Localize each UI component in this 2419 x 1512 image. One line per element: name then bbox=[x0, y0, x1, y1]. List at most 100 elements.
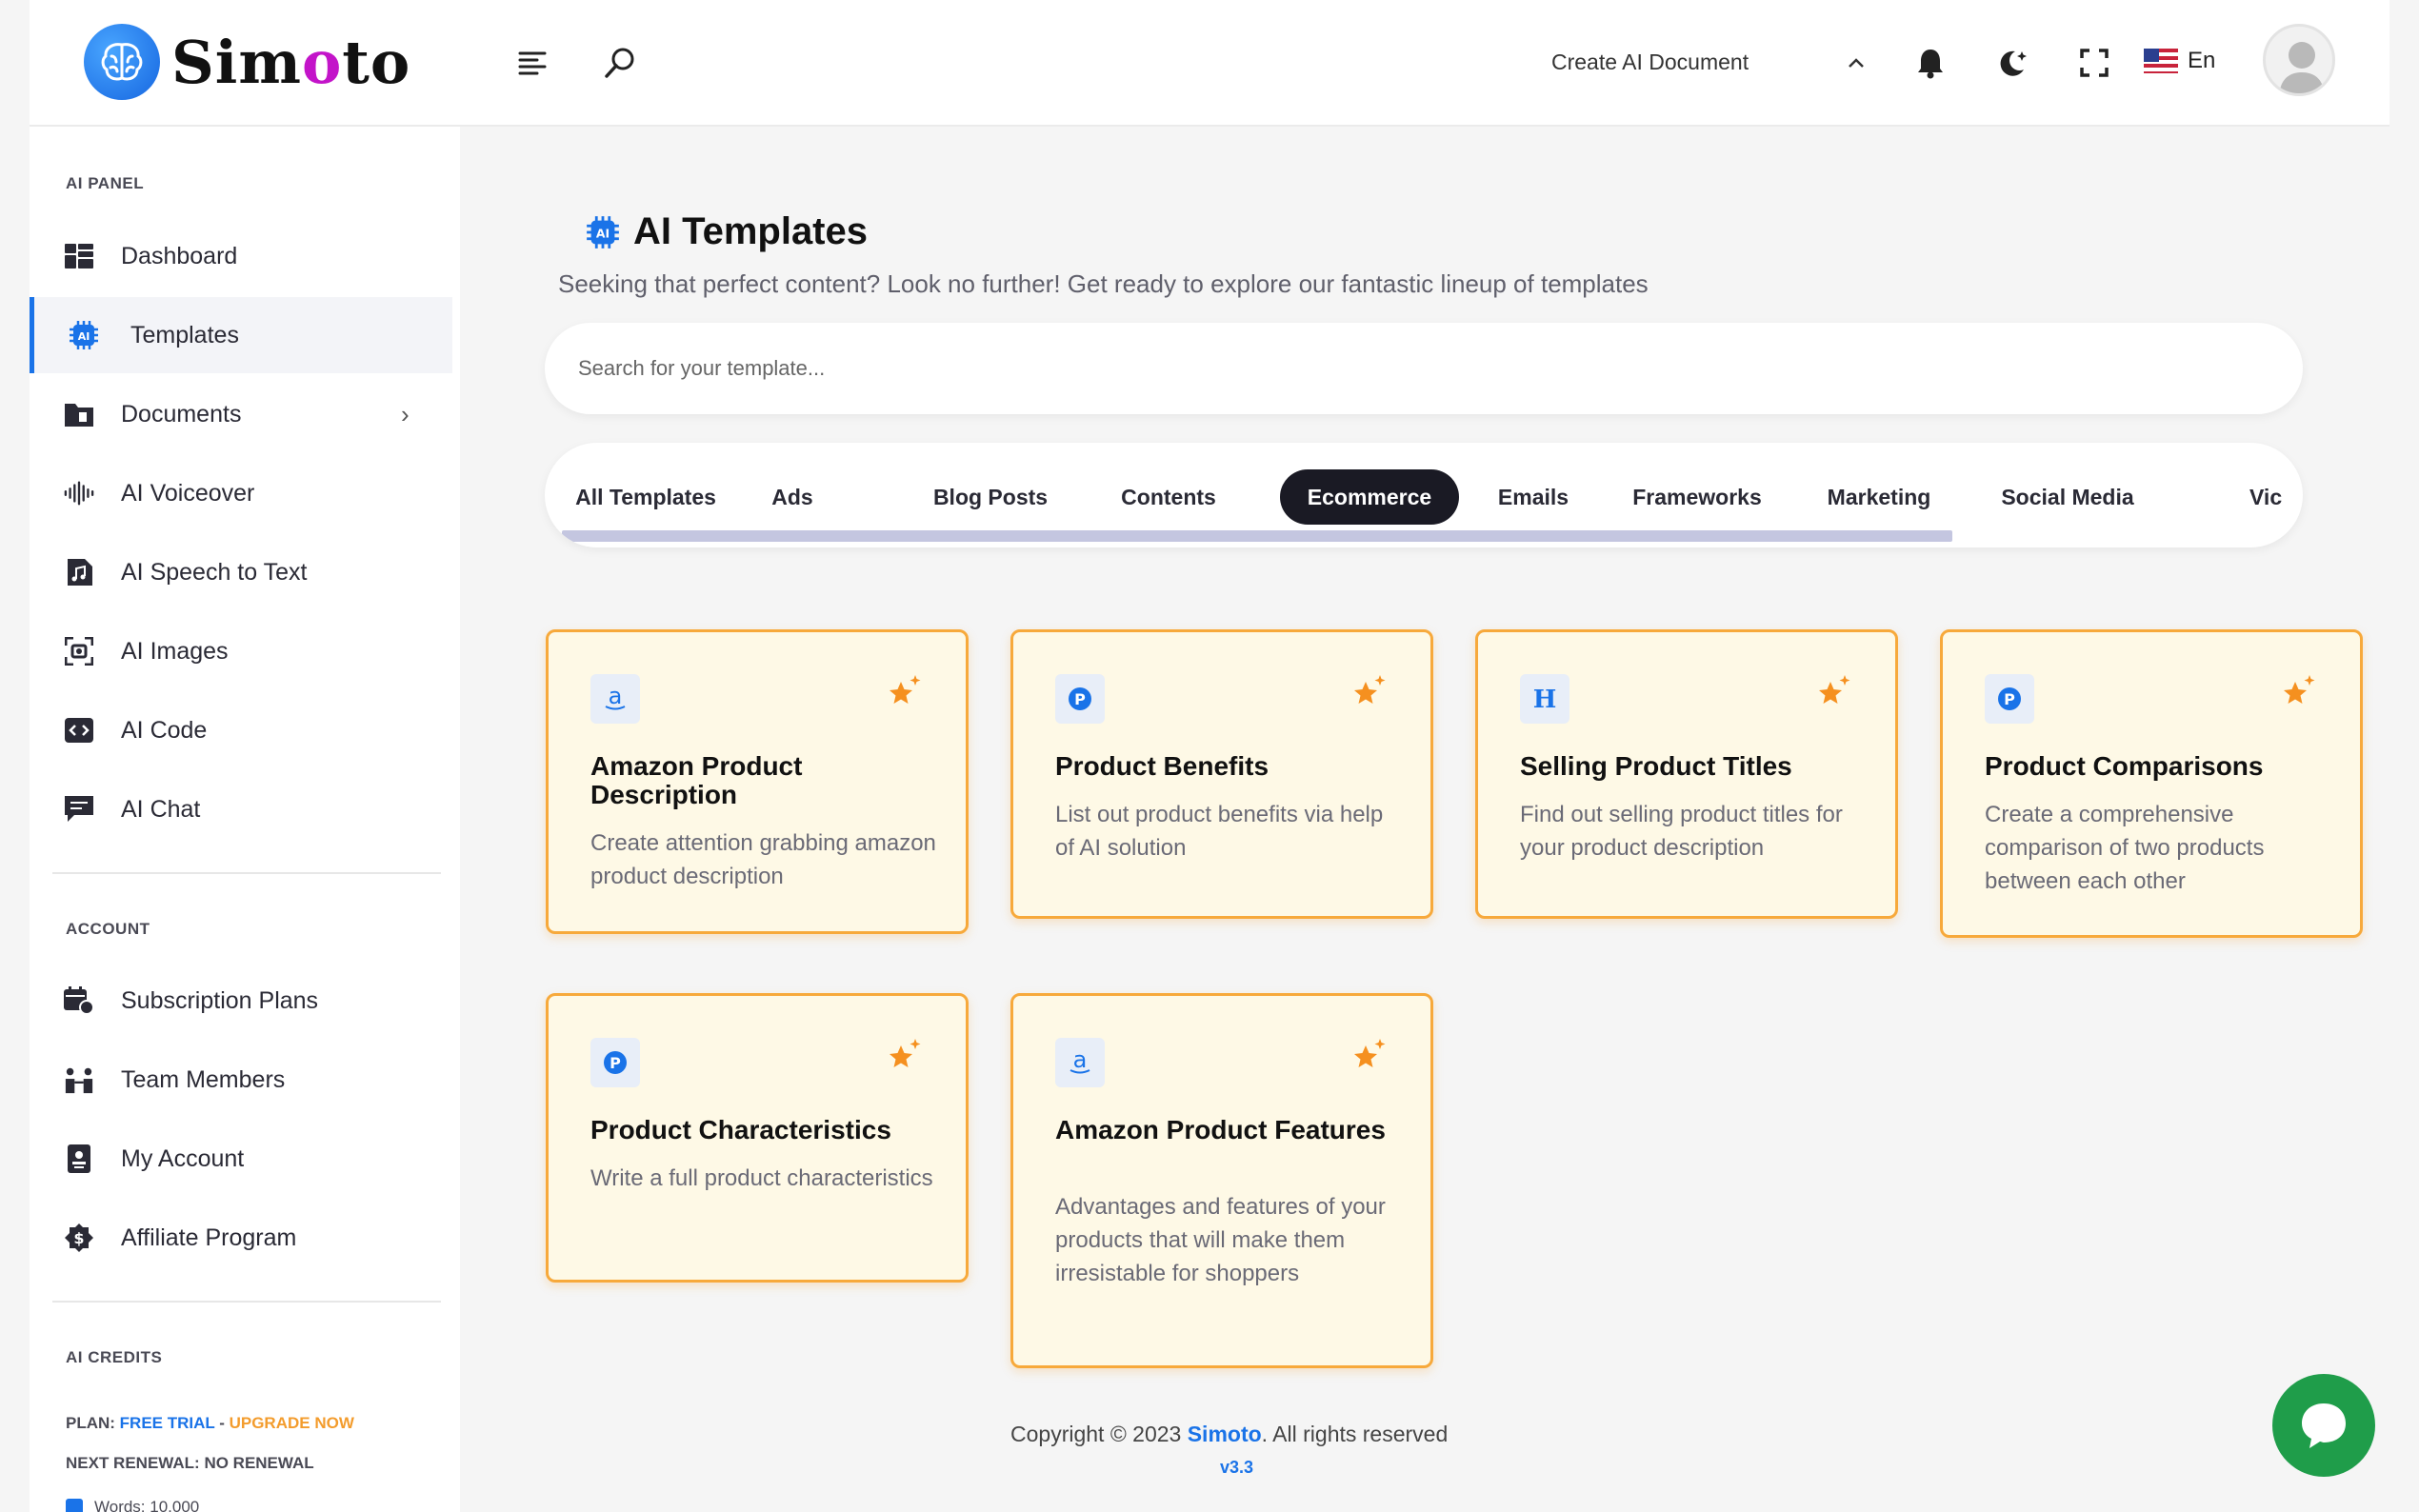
version-label: v3.3 bbox=[1220, 1458, 1254, 1477]
folder-icon bbox=[64, 399, 94, 429]
sidebar-item-templates[interactable]: AI Templates bbox=[30, 297, 452, 373]
template-search-box bbox=[545, 323, 2303, 414]
sidebar-item-ai-chat[interactable]: AI Chat bbox=[30, 771, 452, 847]
card-title: Amazon Product Features bbox=[1055, 1115, 1386, 1144]
card-description: Create a comprehensive comparison of two… bbox=[1985, 802, 2265, 894]
amazon-icon: a bbox=[590, 674, 640, 724]
copyright-suffix: . All rights reserved bbox=[1261, 1422, 1449, 1446]
sidebar-item-ai-speech-to-text[interactable]: AI Speech to Text bbox=[30, 534, 452, 610]
sidebar-item-subscription-plans[interactable]: Subscription Plans bbox=[30, 963, 452, 1039]
calendar-plan-icon bbox=[64, 985, 94, 1016]
card-title: Product Comparisons bbox=[1985, 751, 2264, 781]
tabs-scrollbar[interactable] bbox=[562, 530, 1952, 542]
language-selector[interactable]: En bbox=[2144, 48, 2215, 74]
svg-text:AI: AI bbox=[78, 330, 90, 343]
svg-text:AI: AI bbox=[596, 227, 610, 240]
brain-logo-icon bbox=[84, 24, 160, 100]
brand-logo[interactable]: Simoto bbox=[84, 24, 410, 100]
language-code: En bbox=[2188, 48, 2216, 73]
ai-chip-icon: AI bbox=[587, 215, 619, 249]
svg-text:P: P bbox=[1074, 690, 1086, 708]
card-description: List out product benefits via help of AI… bbox=[1055, 802, 1384, 861]
sidebar-item-label: Templates bbox=[130, 321, 239, 348]
sidebar-item-documents[interactable]: Documents › bbox=[30, 376, 452, 452]
sparkle-star-icon bbox=[1352, 1038, 1389, 1079]
sidebar-divider bbox=[52, 872, 441, 874]
svg-text:H: H bbox=[1533, 686, 1557, 713]
plan-line: PLAN: FREE TRIAL - UPGRADE NOW bbox=[66, 1414, 354, 1433]
sidebar-item-label: My Account bbox=[121, 1144, 245, 1172]
template-card[interactable]: a Amazon Product Features Advantages and… bbox=[1010, 993, 1433, 1368]
notification-bell-icon[interactable] bbox=[1911, 44, 1949, 82]
sidebar-item-my-account[interactable]: My Account bbox=[30, 1121, 452, 1197]
sidebar-item-label: AI Voiceover bbox=[121, 479, 255, 507]
svg-text:a: a bbox=[1073, 1048, 1088, 1073]
music-file-icon bbox=[64, 557, 94, 587]
plan-value: FREE TRIAL bbox=[119, 1414, 215, 1432]
user-avatar[interactable] bbox=[2263, 24, 2335, 96]
footer-brand-link[interactable]: Simoto bbox=[1188, 1422, 1262, 1446]
svg-text:a: a bbox=[609, 685, 623, 709]
sparkle-star-icon bbox=[2282, 674, 2318, 715]
plan-prefix: PLAN: bbox=[66, 1414, 120, 1432]
chevron-up-icon[interactable] bbox=[1837, 44, 1875, 82]
sidebar-divider bbox=[52, 1301, 441, 1303]
sidebar-item-label: AI Images bbox=[121, 637, 229, 665]
category-tabs: All Templates Ads Blog Posts Contents Ec… bbox=[545, 443, 2303, 547]
create-ai-document-button[interactable]: Create AI Document bbox=[1551, 50, 1749, 75]
chat-bubble-icon bbox=[2302, 1403, 2346, 1448]
section-label-account: ACCOUNT bbox=[66, 920, 150, 938]
sidebar-item-ai-images[interactable]: AI Images bbox=[30, 613, 452, 689]
card-title: Product Benefits bbox=[1055, 751, 1269, 781]
card-description: Write a full product characteristics bbox=[590, 1165, 933, 1191]
next-renewal: NEXT RENEWAL: NO RENEWAL bbox=[66, 1454, 314, 1472]
svg-text:P: P bbox=[2004, 690, 2015, 708]
dashboard-icon bbox=[64, 241, 94, 271]
template-card[interactable]: H Selling Product Titles Find out sellin… bbox=[1475, 629, 1898, 919]
svg-text:P: P bbox=[610, 1054, 621, 1072]
card-description: Find out selling product titles for your… bbox=[1520, 802, 1843, 861]
sparkle-star-icon bbox=[1817, 674, 1853, 715]
chevron-right-icon: › bbox=[401, 399, 410, 428]
tab-blog-posts[interactable]: Blog Posts bbox=[926, 469, 1055, 525]
sidebar-item-label: AI Code bbox=[121, 716, 208, 744]
sidebar-item-team-members[interactable]: Team Members bbox=[30, 1042, 452, 1118]
tab-ads[interactable]: Ads bbox=[754, 469, 830, 525]
id-badge-icon bbox=[64, 1144, 94, 1174]
template-card[interactable]: P Product Comparisons Create a comprehen… bbox=[1940, 629, 2363, 938]
tab-contents[interactable]: Contents bbox=[1107, 469, 1230, 525]
template-card[interactable]: P Product Benefits List out product bene… bbox=[1010, 629, 1433, 919]
template-card[interactable]: P Product Characteristics Write a full p… bbox=[546, 993, 969, 1283]
card-description: Advantages and features of your products… bbox=[1055, 1194, 1386, 1286]
menu-toggle-icon[interactable] bbox=[513, 44, 551, 82]
upgrade-now-link[interactable]: UPGRADE NOW bbox=[230, 1414, 354, 1432]
sidebar-item-ai-voiceover[interactable]: AI Voiceover bbox=[30, 455, 452, 531]
dark-mode-moon-icon[interactable] bbox=[1993, 44, 2031, 82]
sidebar-item-label: AI Chat bbox=[121, 795, 201, 823]
sidebar-item-label: Affiliate Program bbox=[121, 1224, 297, 1251]
search-icon[interactable] bbox=[601, 44, 639, 82]
tab-ecommerce[interactable]: Ecommerce bbox=[1280, 469, 1459, 525]
card-title: Selling Product Titles bbox=[1520, 751, 1792, 781]
template-search-input[interactable] bbox=[578, 348, 2254, 389]
image-scan-icon bbox=[64, 636, 94, 666]
fullscreen-icon[interactable] bbox=[2075, 44, 2113, 82]
tab-all-templates[interactable]: All Templates bbox=[571, 469, 720, 525]
tab-emails[interactable]: Emails bbox=[1488, 469, 1579, 525]
tab-frameworks[interactable]: Frameworks bbox=[1621, 469, 1773, 525]
sidebar-item-dashboard[interactable]: Dashboard bbox=[30, 218, 452, 294]
sparkle-star-icon bbox=[888, 674, 924, 715]
sidebar-item-ai-code[interactable]: AI Code bbox=[30, 692, 452, 768]
tab-marketing[interactable]: Marketing bbox=[1808, 469, 1950, 525]
live-chat-button[interactable] bbox=[2272, 1374, 2375, 1477]
template-card[interactable]: a Amazon Product Description Create atte… bbox=[546, 629, 969, 934]
svg-text:$: $ bbox=[73, 1229, 84, 1247]
sidebar-item-affiliate-program[interactable]: $ Affiliate Program bbox=[30, 1200, 452, 1276]
sidebar-item-label: Dashboard bbox=[121, 242, 238, 269]
words-credit: Words: 10,000 bbox=[66, 1498, 199, 1512]
main-content: AI AI Templates Seeking that perfect con… bbox=[460, 127, 2389, 1512]
tab-video-partial[interactable]: Vic bbox=[2249, 469, 2297, 525]
tab-social-media[interactable]: Social Media bbox=[1987, 469, 2149, 525]
card-title: Amazon Product Description bbox=[590, 751, 803, 809]
amazon-icon: a bbox=[1055, 1038, 1105, 1087]
